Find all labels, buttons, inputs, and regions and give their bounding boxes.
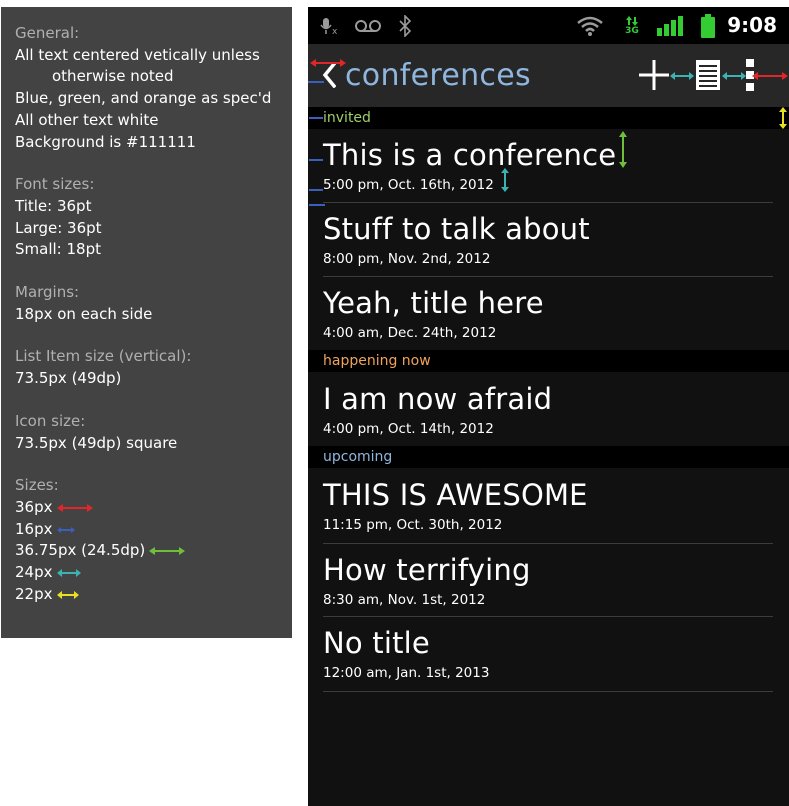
spec-general-line: Background is #111111 (15, 132, 196, 151)
conference-title: THIS IS AWESOME (323, 478, 588, 512)
status-bar: x 3G 9:08 (308, 7, 789, 44)
svg-text:x: x (332, 27, 338, 37)
spec-font-size-line: Large: 36pt (15, 218, 102, 237)
conference-title: Yeah, title here (323, 286, 544, 320)
bluetooth-icon (396, 7, 414, 44)
battery-icon (698, 7, 718, 44)
blue-margin-annotation (309, 159, 323, 161)
spec-font-sizes-heading: Font sizes: (15, 175, 95, 194)
signal-icon (656, 7, 684, 44)
spec-general-line: otherwise noted (52, 67, 174, 86)
list-item[interactable]: THIS IS AWESOME 11:15 pm, Oct. 30th, 201… (308, 469, 789, 542)
teal-double-arrow-icon (56, 568, 81, 577)
size-legend-row: 16px (15, 519, 292, 541)
spec-icon-size-line: 73.5px (49dp) square (15, 433, 178, 452)
size-legend-row: 36px (15, 497, 292, 519)
conference-title: How terrifying (323, 553, 531, 587)
green-double-arrow-icon (149, 547, 186, 556)
action-bar: conferences (308, 44, 789, 107)
section-header-invited: invited (308, 107, 789, 129)
teal-spacing-annotation (670, 72, 694, 80)
size-legend-label: 36px (15, 497, 53, 516)
list-icon[interactable] (695, 57, 721, 93)
teal-height-annotation (501, 168, 509, 192)
blue-margin-annotation (309, 189, 323, 191)
size-legend-label: 24px (15, 563, 53, 582)
wifi-icon (576, 7, 604, 44)
conference-title: Stuff to talk about (323, 212, 590, 246)
size-legend-row: 24px (15, 562, 292, 584)
add-icon[interactable] (638, 57, 670, 93)
spec-font-size-line: Small: 18pt (15, 240, 101, 259)
list-item[interactable]: No title 12:00 am, Jan. 1st, 2013 (308, 617, 789, 690)
spec-sizes-heading: Sizes: (15, 476, 59, 495)
conference-title: No title (323, 626, 430, 660)
blue-margin-annotation (308, 81, 324, 83)
phone-screen: x 3G 9:08 conferences invited This is a … (308, 7, 789, 806)
size-legend-label: 36.75px (24.5dp) (15, 541, 146, 560)
section-header-upcoming: upcoming (308, 446, 789, 468)
status-clock: 9:08 (727, 13, 777, 37)
spec-margins-heading: Margins: (15, 283, 80, 302)
yellow-height-annotation (779, 107, 787, 129)
network-type-label: 3G (625, 25, 639, 36)
green-height-annotation (619, 131, 627, 168)
red-margin-annotation (310, 59, 346, 67)
list-divider (323, 691, 773, 692)
mic-muted-icon: x (318, 7, 340, 44)
list-item[interactable]: Yeah, title here 4:00 am, Dec. 24th, 201… (308, 277, 789, 350)
conference-date: 11:15 pm, Oct. 30th, 2012 (323, 517, 503, 533)
section-header-happening-now: happening now (308, 350, 789, 372)
conference-title: I am now afraid (323, 382, 553, 416)
page-title: conferences (345, 58, 531, 93)
spec-margins-line: 18px on each side (15, 304, 153, 323)
list-item[interactable]: This is a conference 5:00 pm, Oct. 16th,… (308, 129, 789, 202)
teal-spacing-annotation (722, 72, 746, 80)
list-item[interactable]: Stuff to talk about 8:00 pm, Nov. 2nd, 2… (308, 203, 789, 276)
data-3g-icon: 3G (622, 7, 642, 44)
spec-icon-size-heading: Icon size: (15, 411, 86, 430)
conference-date: 8:00 pm, Nov. 2nd, 2012 (323, 251, 491, 267)
blue-margin-annotation (309, 117, 323, 119)
list-item[interactable]: I am now afraid 4:00 pm, Oct. 14th, 2012 (308, 373, 789, 446)
list-item[interactable]: How terrifying 8:30 am, Nov. 1st, 2012 (308, 544, 789, 617)
conference-date: 8:30 am, Nov. 1st, 2012 (323, 592, 486, 608)
conference-title: This is a conference (323, 138, 617, 172)
size-legend-row: 36.75px (24.5dp) (15, 540, 292, 562)
spec-list-item-heading: List Item size (vertical): (15, 347, 192, 366)
spec-general-line: All text centered vetically unless (15, 45, 260, 64)
spec-general-heading: General: (15, 24, 80, 42)
conference-date: 12:00 am, Jan. 1st, 2013 (323, 665, 490, 681)
blue-double-arrow-icon (56, 526, 75, 533)
size-legend-label: 22px (15, 584, 53, 603)
spec-general-line: All other text white (15, 110, 159, 129)
size-legend-row: 22px (15, 584, 292, 606)
spec-list-item-line: 73.5px (49dp) (15, 369, 122, 388)
yellow-double-arrow-icon (56, 590, 79, 599)
red-margin-annotation (752, 72, 788, 80)
spec-font-size-line: Title: 36pt (15, 196, 92, 215)
voicemail-icon (353, 7, 383, 44)
conference-date: 5:00 pm, Oct. 16th, 2012 (323, 177, 494, 193)
spec-general-line: Blue, green, and orange as spec'd (15, 89, 272, 108)
spec-panel: General: All text centered vetically unl… (1, 7, 292, 638)
conference-date: 4:00 pm, Oct. 14th, 2012 (323, 421, 494, 437)
red-double-arrow-icon (56, 503, 93, 512)
size-legend-label: 16px (15, 519, 53, 538)
conference-date: 4:00 am, Dec. 24th, 2012 (323, 325, 497, 341)
